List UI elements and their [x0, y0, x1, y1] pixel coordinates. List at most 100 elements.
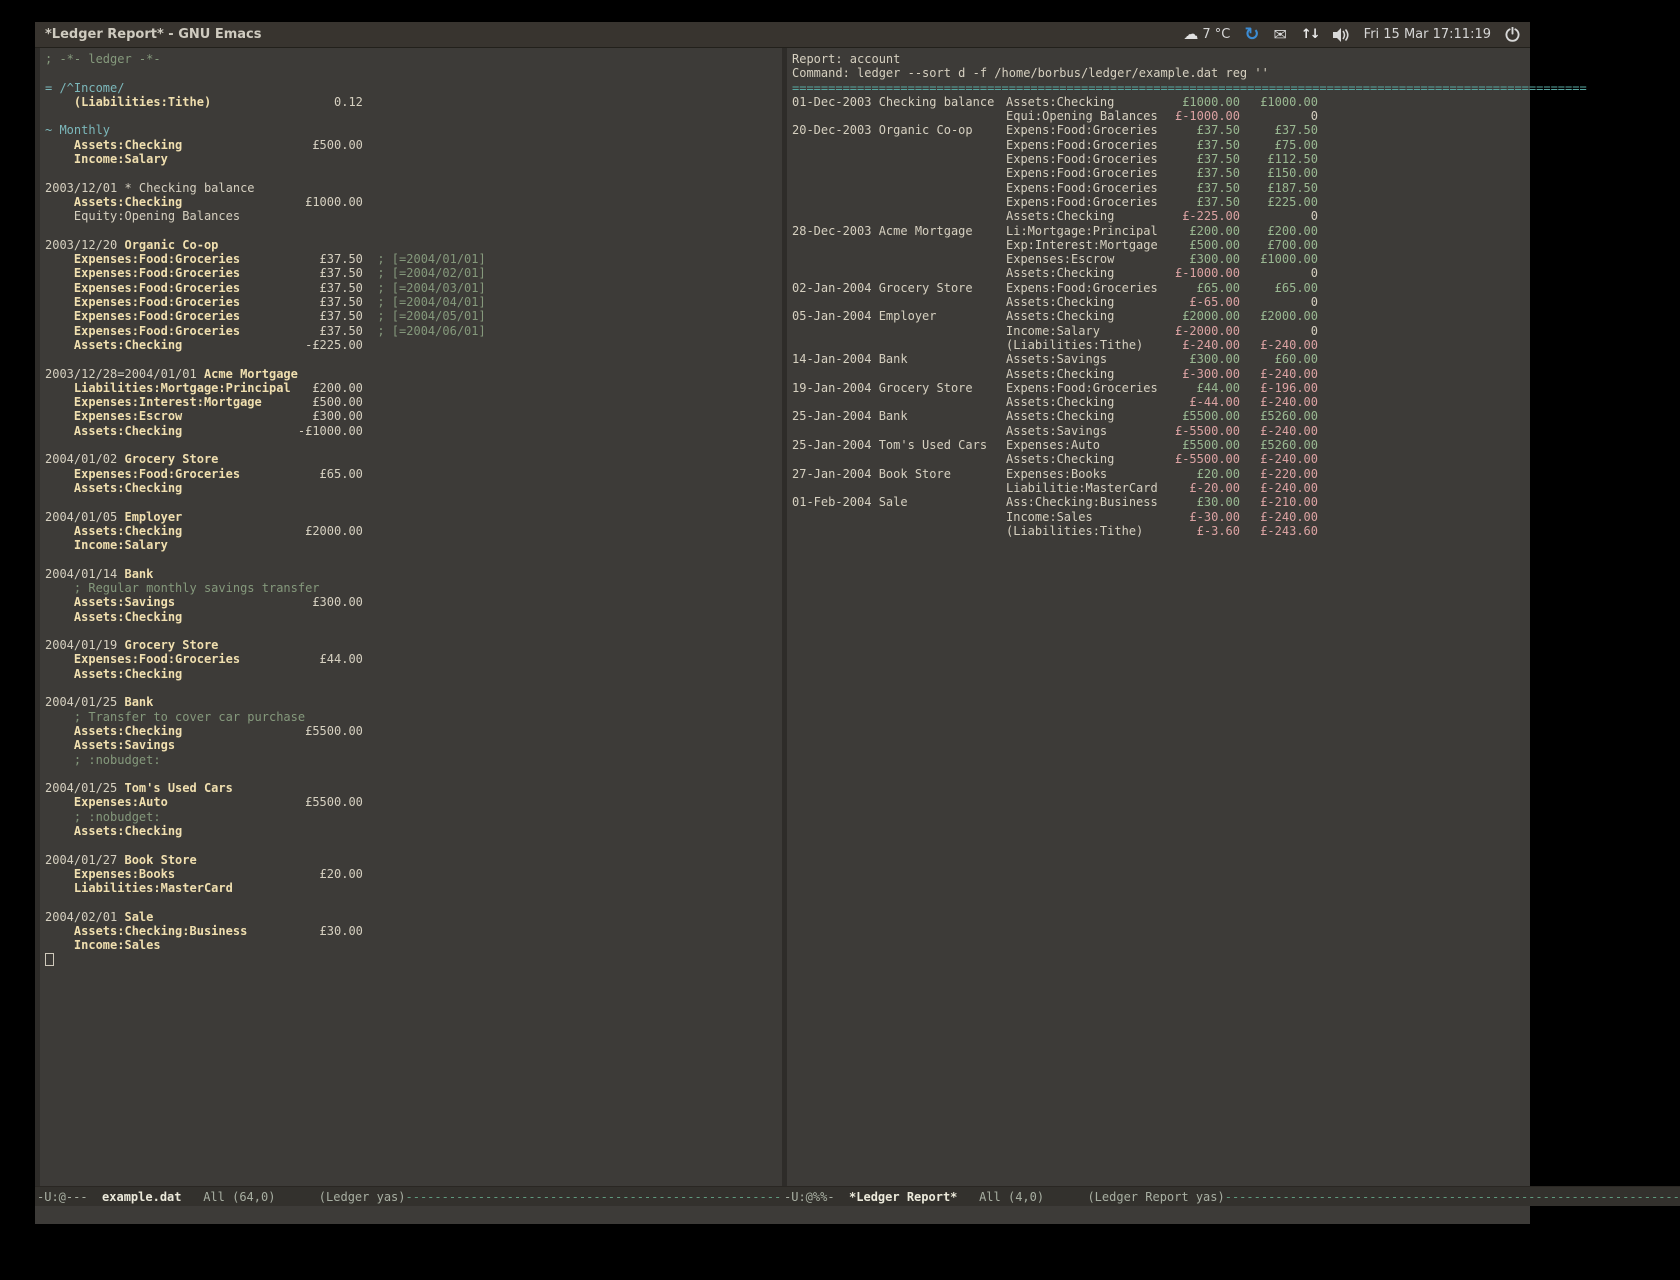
report-row[interactable]: Assets:Checking£-5500.00£-240.00: [792, 452, 1680, 466]
buffer-line[interactable]: 2004/01/02 Grocery Store: [45, 452, 782, 466]
buffer-line[interactable]: Assets:Checking:Business £30.00: [45, 924, 782, 938]
report-row[interactable]: (Liabilities:Tithe)£-3.60£-243.60: [792, 524, 1680, 538]
buffer-line[interactable]: ; Regular monthly savings transfer: [45, 581, 782, 595]
report-row[interactable]: Expens:Food:Groceries£37.50£112.50: [792, 152, 1680, 166]
report-row[interactable]: 25-Jan-2004 BankAssets:Checking£5500.00£…: [792, 409, 1680, 423]
buffer-line[interactable]: [45, 767, 782, 781]
buffer-line[interactable]: Assets:Checking £500.00: [45, 138, 782, 152]
report-row[interactable]: Expens:Food:Groceries£37.50£187.50: [792, 181, 1680, 195]
buffer-line[interactable]: ; :nobudget:: [45, 753, 782, 767]
buffer-line[interactable]: Assets:Checking: [45, 610, 782, 624]
modeline-right[interactable]: -U:@%%- *Ledger Report* All (4,0) (Ledge…: [782, 1186, 1680, 1206]
report-row[interactable]: Liabilitie:MasterCard£-20.00£-240.00: [792, 481, 1680, 495]
buffer-line[interactable]: [45, 438, 782, 452]
report-row[interactable]: 01-Dec-2003 Checking balanceAssets:Check…: [792, 95, 1680, 109]
buffer-line[interactable]: [45, 109, 782, 123]
buffer-line[interactable]: [45, 953, 782, 967]
report-buffer[interactable]: Report: account Command: ledger --sort d…: [782, 48, 1680, 1186]
report-row[interactable]: Assets:Savings£-5500.00£-240.00: [792, 424, 1680, 438]
buffer-line[interactable]: [45, 896, 782, 910]
report-row[interactable]: Income:Sales£-30.00£-240.00: [792, 510, 1680, 524]
buffer-line[interactable]: Equity:Opening Balances: [45, 209, 782, 223]
power-icon[interactable]: [1505, 27, 1520, 42]
report-row[interactable]: 28-Dec-2003 Acme MortgageLi:Mortgage:Pri…: [792, 224, 1680, 238]
buffer-line[interactable]: Assets:Savings: [45, 738, 782, 752]
buffer-line[interactable]: [45, 352, 782, 366]
buffer-line[interactable]: Liabilities:Mortgage:Principal £200.00: [45, 381, 782, 395]
ledger-buffer[interactable]: ; -*- ledger -*-= /^Income/ (Liabilities…: [35, 48, 782, 1186]
buffer-line[interactable]: ~ Monthly: [45, 123, 782, 137]
buffer-line[interactable]: 2004/01/25 Tom's Used Cars: [45, 781, 782, 795]
buffer-line[interactable]: Assets:Checking £5500.00: [45, 724, 782, 738]
clock[interactable]: Fri 15 Mar 17:11:19: [1364, 27, 1491, 42]
report-row[interactable]: (Liabilities:Tithe)£-240.00£-240.00: [792, 338, 1680, 352]
buffer-line[interactable]: Assets:Checking -£225.00: [45, 338, 782, 352]
buffer-line[interactable]: ; -*- ledger -*-: [45, 52, 782, 66]
buffer-line[interactable]: Expenses:Food:Groceries £37.50 ; [=2004/…: [45, 295, 782, 309]
report-row[interactable]: Expens:Food:Groceries£37.50£150.00: [792, 166, 1680, 180]
buffer-line[interactable]: Income:Sales: [45, 938, 782, 952]
buffer-line[interactable]: Expenses:Auto £5500.00: [45, 795, 782, 809]
report-row[interactable]: Equi:Opening Balances£-1000.000: [792, 109, 1680, 123]
network-arrows-icon[interactable]: ↑↓: [1301, 28, 1319, 41]
report-row[interactable]: Expens:Food:Groceries£37.50£75.00: [792, 138, 1680, 152]
buffer-line[interactable]: Assets:Checking: [45, 824, 782, 838]
echo-area[interactable]: [35, 1206, 1530, 1224]
buffer-line[interactable]: (Liabilities:Tithe) 0.12: [45, 95, 782, 109]
buffer-line[interactable]: Expenses:Food:Groceries £37.50 ; [=2004/…: [45, 252, 782, 266]
report-row[interactable]: Assets:Checking£-44.00£-240.00: [792, 395, 1680, 409]
buffer-line[interactable]: Assets:Savings £300.00: [45, 595, 782, 609]
buffer-line[interactable]: Assets:Checking: [45, 481, 782, 495]
report-row[interactable]: 25-Jan-2004 Tom's Used CarsExpenses:Auto…: [792, 438, 1680, 452]
buffer-line[interactable]: Income:Salary: [45, 538, 782, 552]
buffer-line[interactable]: ; :nobudget:: [45, 810, 782, 824]
report-row[interactable]: Assets:Checking£-300.00£-240.00: [792, 367, 1680, 381]
report-row[interactable]: Expens:Food:Groceries£37.50£225.00: [792, 195, 1680, 209]
buffer-line[interactable]: Assets:Checking £1000.00: [45, 195, 782, 209]
report-row[interactable]: Assets:Checking£-225.000: [792, 209, 1680, 223]
buffer-line[interactable]: 2004/01/19 Grocery Store: [45, 638, 782, 652]
mail-icon[interactable]: ✉: [1273, 27, 1286, 43]
volume-icon[interactable]: [1333, 28, 1350, 42]
buffer-line[interactable]: Assets:Checking -£1000.00: [45, 424, 782, 438]
buffer-line[interactable]: ; Transfer to cover car purchase: [45, 710, 782, 724]
report-row[interactable]: Assets:Checking£-65.000: [792, 295, 1680, 309]
buffer-line[interactable]: [45, 495, 782, 509]
buffer-line[interactable]: 2004/02/01 Sale: [45, 910, 782, 924]
buffer-line[interactable]: Income:Salary: [45, 152, 782, 166]
weather-indicator[interactable]: ☁ 7 °C: [1183, 27, 1230, 42]
buffer-line[interactable]: Expenses:Escrow £300.00: [45, 409, 782, 423]
buffer-line[interactable]: Expenses:Food:Groceries £44.00: [45, 652, 782, 666]
titlebar[interactable]: *Ledger Report* - GNU Emacs ☁ 7 °C ↻ ✉ ↑…: [35, 22, 1530, 48]
buffer-line[interactable]: [45, 224, 782, 238]
buffer-line[interactable]: [45, 166, 782, 180]
buffer-line[interactable]: 2003/12/28=2004/01/01 Acme Mortgage: [45, 367, 782, 381]
report-row[interactable]: 27-Jan-2004 Book StoreExpenses:Books£20.…: [792, 467, 1680, 481]
buffer-line[interactable]: 2003/12/01 * Checking balance: [45, 181, 782, 195]
report-row[interactable]: 02-Jan-2004 Grocery StoreExpens:Food:Gro…: [792, 281, 1680, 295]
report-row[interactable]: 01-Feb-2004 SaleAss:Checking:Business£30…: [792, 495, 1680, 509]
buffer-line[interactable]: 2004/01/25 Bank: [45, 695, 782, 709]
buffer-line[interactable]: [45, 66, 782, 80]
modeline-left[interactable]: -U:@--- example.dat All (64,0) (Ledger y…: [35, 1186, 782, 1206]
report-row[interactable]: 05-Jan-2004 EmployerAssets:Checking£2000…: [792, 309, 1680, 323]
refresh-icon[interactable]: ↻: [1244, 26, 1259, 44]
buffer-line[interactable]: 2004/01/27 Book Store: [45, 853, 782, 867]
buffer-line[interactable]: Expenses:Food:Groceries £37.50 ; [=2004/…: [45, 324, 782, 338]
buffer-line[interactable]: [45, 838, 782, 852]
buffer-line[interactable]: Liabilities:MasterCard: [45, 881, 782, 895]
buffer-line[interactable]: [45, 681, 782, 695]
report-row[interactable]: Exp:Interest:Mortgage£500.00£700.00: [792, 238, 1680, 252]
buffer-line[interactable]: Assets:Checking £2000.00: [45, 524, 782, 538]
buffer-line[interactable]: Expenses:Interest:Mortgage £500.00: [45, 395, 782, 409]
buffer-line[interactable]: [45, 552, 782, 566]
buffer-line[interactable]: Expenses:Food:Groceries £65.00: [45, 467, 782, 481]
report-row[interactable]: Assets:Checking£-1000.000: [792, 266, 1680, 280]
buffer-line[interactable]: Assets:Checking: [45, 667, 782, 681]
buffer-line[interactable]: [45, 624, 782, 638]
buffer-line[interactable]: 2003/12/20 Organic Co-op: [45, 238, 782, 252]
buffer-line[interactable]: Expenses:Food:Groceries £37.50 ; [=2004/…: [45, 266, 782, 280]
buffer-line[interactable]: Expenses:Food:Groceries £37.50 ; [=2004/…: [45, 309, 782, 323]
report-row[interactable]: 14-Jan-2004 BankAssets:Savings£300.00£60…: [792, 352, 1680, 366]
report-row[interactable]: 19-Jan-2004 Grocery StoreExpens:Food:Gro…: [792, 381, 1680, 395]
